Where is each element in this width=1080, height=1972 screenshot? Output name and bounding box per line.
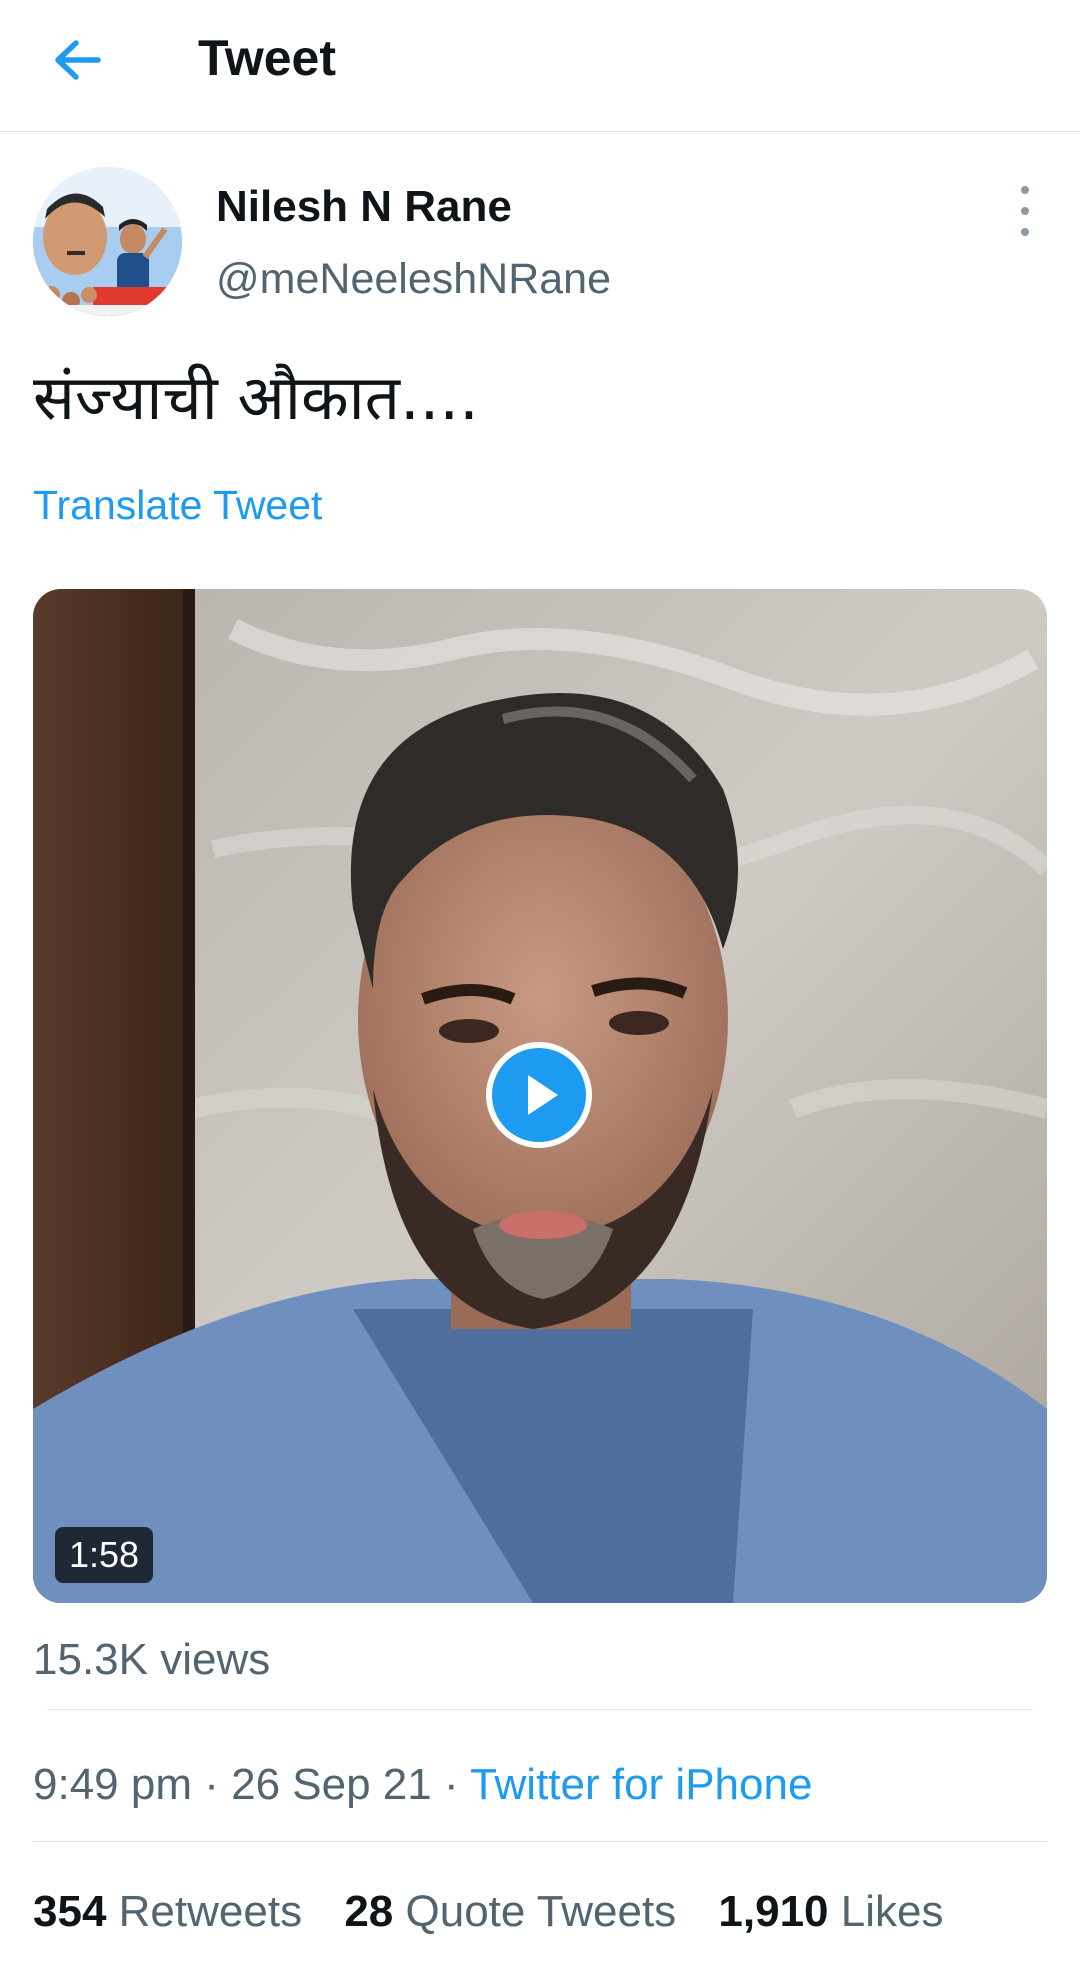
more-dot-icon xyxy=(1021,207,1029,215)
avatar-image xyxy=(33,167,182,316)
likes-stat[interactable]: 1,910 Likes xyxy=(718,1887,943,1936)
avatar[interactable] xyxy=(33,167,182,316)
author-handle[interactable]: @meNeeleshNRane xyxy=(216,252,611,306)
more-dot-icon xyxy=(1021,186,1029,194)
author-name[interactable]: Nilesh N Rane xyxy=(216,180,512,234)
retweets-label: Retweets xyxy=(118,1887,303,1936)
tweet-source-link[interactable]: Twitter for iPhone xyxy=(470,1760,812,1809)
tweet-time: 9:49 pm xyxy=(33,1760,192,1809)
play-icon xyxy=(528,1075,558,1115)
view-count: 15.3K views xyxy=(33,1635,271,1684)
retweets-stat[interactable]: 354 Retweets xyxy=(33,1887,302,1936)
likes-label: Likes xyxy=(840,1887,944,1936)
separator: · xyxy=(443,1760,459,1809)
quote-tweets-count: 28 xyxy=(344,1887,394,1936)
divider xyxy=(47,1709,1033,1710)
tweet-metadata: 9:49 pm · 26 Sep 21 · Twitter for iPhone xyxy=(33,1758,812,1812)
more-dot-icon xyxy=(1021,228,1029,236)
translate-tweet-link[interactable]: Translate Tweet xyxy=(33,480,322,530)
more-options-button[interactable] xyxy=(1010,186,1040,236)
quote-tweets-stat[interactable]: 28 Quote Tweets xyxy=(344,1887,676,1936)
engagement-stats: 354 Retweets 28 Quote Tweets 1,910 Likes xyxy=(33,1885,973,1939)
separator: · xyxy=(204,1760,219,1809)
back-button[interactable] xyxy=(42,30,112,90)
top-bar: Tweet xyxy=(0,0,1080,132)
tweet-date: 26 Sep 21 xyxy=(231,1760,432,1809)
video-duration-badge: 1:58 xyxy=(55,1527,154,1583)
arrow-left-icon xyxy=(55,40,101,80)
likes-count: 1,910 xyxy=(718,1887,829,1936)
quote-tweets-label: Quote Tweets xyxy=(405,1887,677,1936)
play-button[interactable] xyxy=(486,1042,592,1148)
retweets-count: 354 xyxy=(33,1887,107,1936)
divider xyxy=(33,1841,1047,1842)
tweet-text: संज्याची औकात.... xyxy=(33,361,479,434)
page-title: Tweet xyxy=(198,30,336,86)
